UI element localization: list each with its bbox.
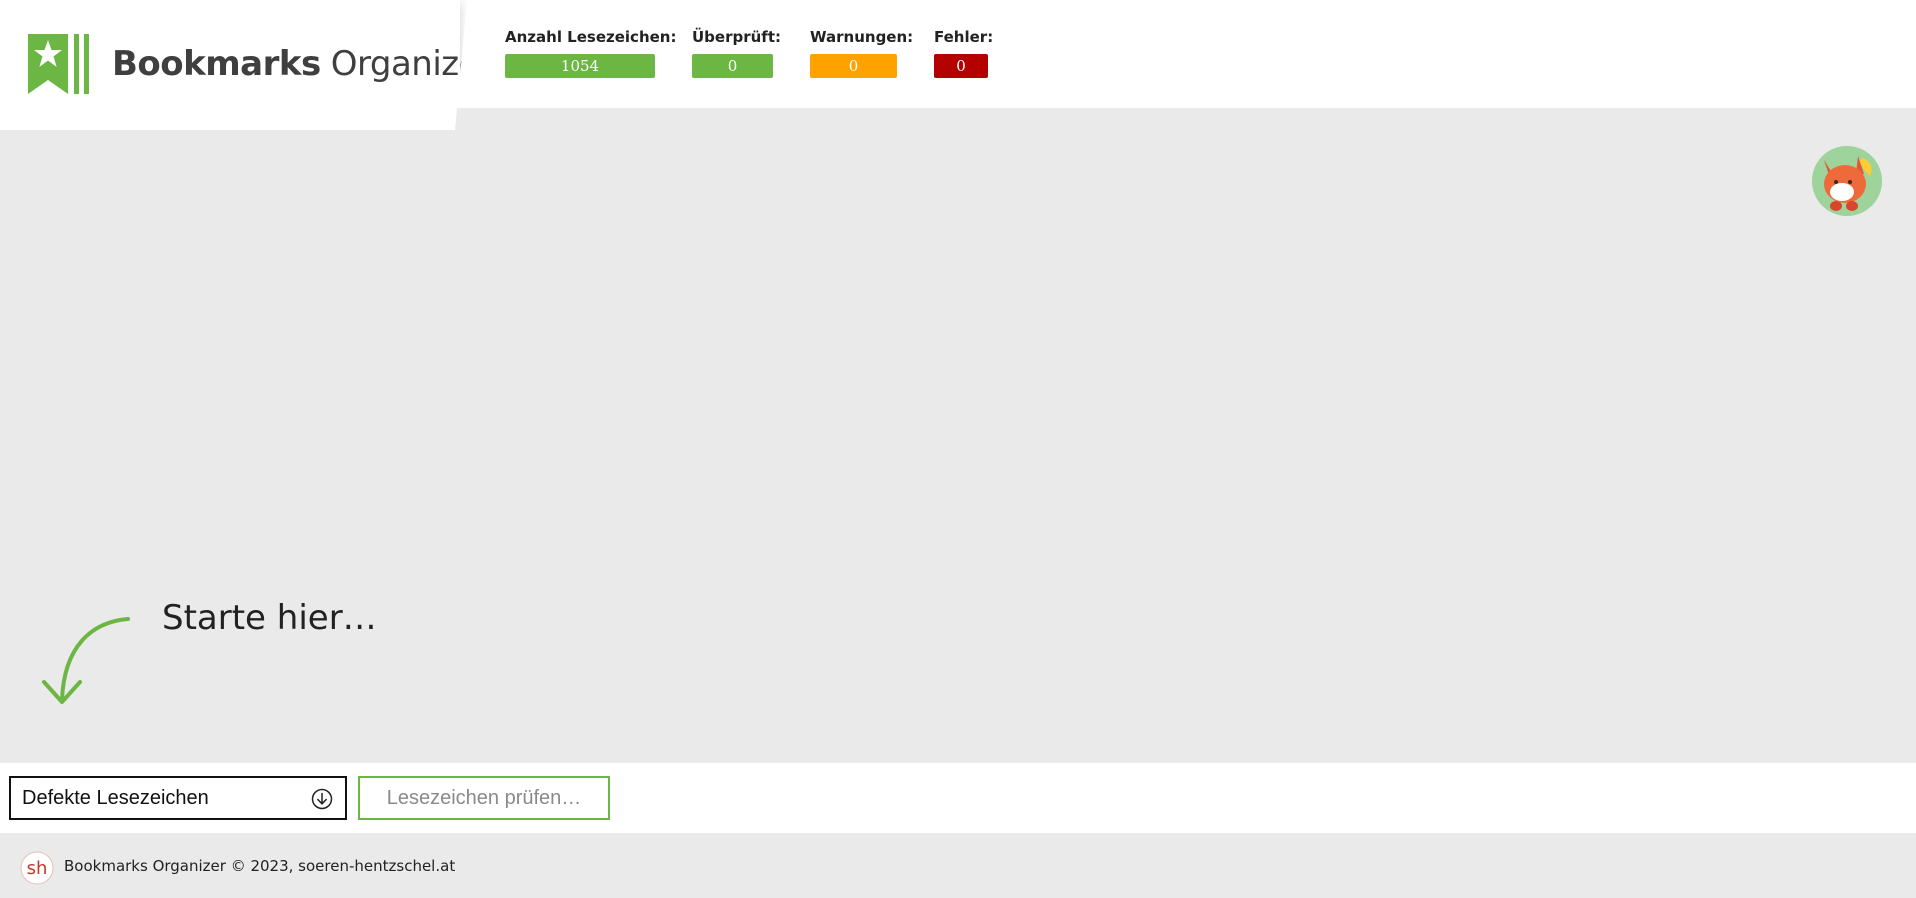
stat-warnings-label: Warnungen: (810, 28, 914, 46)
stat-checked-badge: 0 (692, 54, 773, 78)
filter-select[interactable]: Defekte Lesezeichen (9, 776, 347, 820)
stat-warnings: Warnungen: 0 (810, 28, 913, 78)
logo-card: Bookmarks Organizer (0, 0, 467, 130)
footer-logo-text: sh (27, 858, 48, 879)
filter-select-value: Defekte Lesezeichen (22, 787, 209, 809)
stat-total-bookmarks: Anzahl Lesezeichen: 1054 (505, 28, 676, 78)
sh-logo-icon: sh (20, 851, 54, 885)
header-bar: Bookmarks Organizer Anzahl Lesezeichen: 1… (0, 0, 1916, 130)
stat-total-label: Anzahl Lesezeichen: (505, 28, 677, 46)
stat-checked: Überprüft: 0 (692, 28, 781, 78)
app-title-bold: Bookmarks (112, 44, 321, 84)
fox-mascot-avatar (1812, 146, 1882, 216)
stat-total-badge: 1054 (505, 54, 655, 78)
footer-copyright: Bookmarks Organizer © 2023, soeren-hentz… (64, 857, 456, 875)
stat-errors-label: Fehler: (934, 28, 994, 46)
action-bar: Defekte Lesezeichen Lesezeichen prüfen… (0, 763, 1916, 833)
curved-arrow-down-icon (42, 617, 130, 704)
stat-errors: Fehler: 0 (934, 28, 993, 78)
fox-mascot-icon (1812, 146, 1882, 216)
stat-errors-badge: 0 (934, 54, 988, 78)
circle-arrow-down-icon (311, 788, 333, 810)
stat-checked-label: Überprüft: (692, 28, 781, 46)
stat-warnings-badge: 0 (810, 54, 897, 78)
check-bookmarks-button[interactable]: Lesezeichen prüfen… (358, 776, 610, 820)
start-hint-text: Starte hier… (162, 598, 377, 638)
bookmark-star-logo-icon (28, 34, 89, 94)
app-title-light: Organizer (330, 44, 493, 84)
app-title: Bookmarks Organizer (112, 40, 493, 88)
footer: sh Bookmarks Organizer © 2023, soeren-he… (0, 833, 1916, 898)
